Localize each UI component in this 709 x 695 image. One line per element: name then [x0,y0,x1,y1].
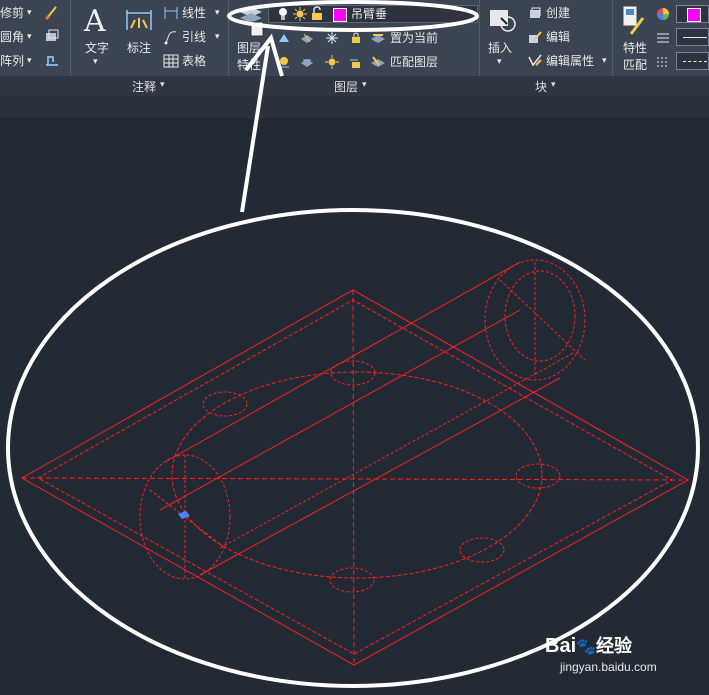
highlight-ellipse-drawing [6,208,700,688]
wireframe-drawing [20,259,690,666]
paw-icon: 🐾 [576,639,597,656]
annotation-arrow [240,45,270,213]
highlight-ellipse-layer [227,0,479,32]
canvas-overlay [6,0,700,688]
watermark-logo: Bai🐾经验 [545,632,632,658]
watermark-brand-suffix: 经验 [596,636,633,656]
watermark-url: jingyan.baidu.com [560,660,657,674]
watermark-brand: Bai [545,635,577,657]
